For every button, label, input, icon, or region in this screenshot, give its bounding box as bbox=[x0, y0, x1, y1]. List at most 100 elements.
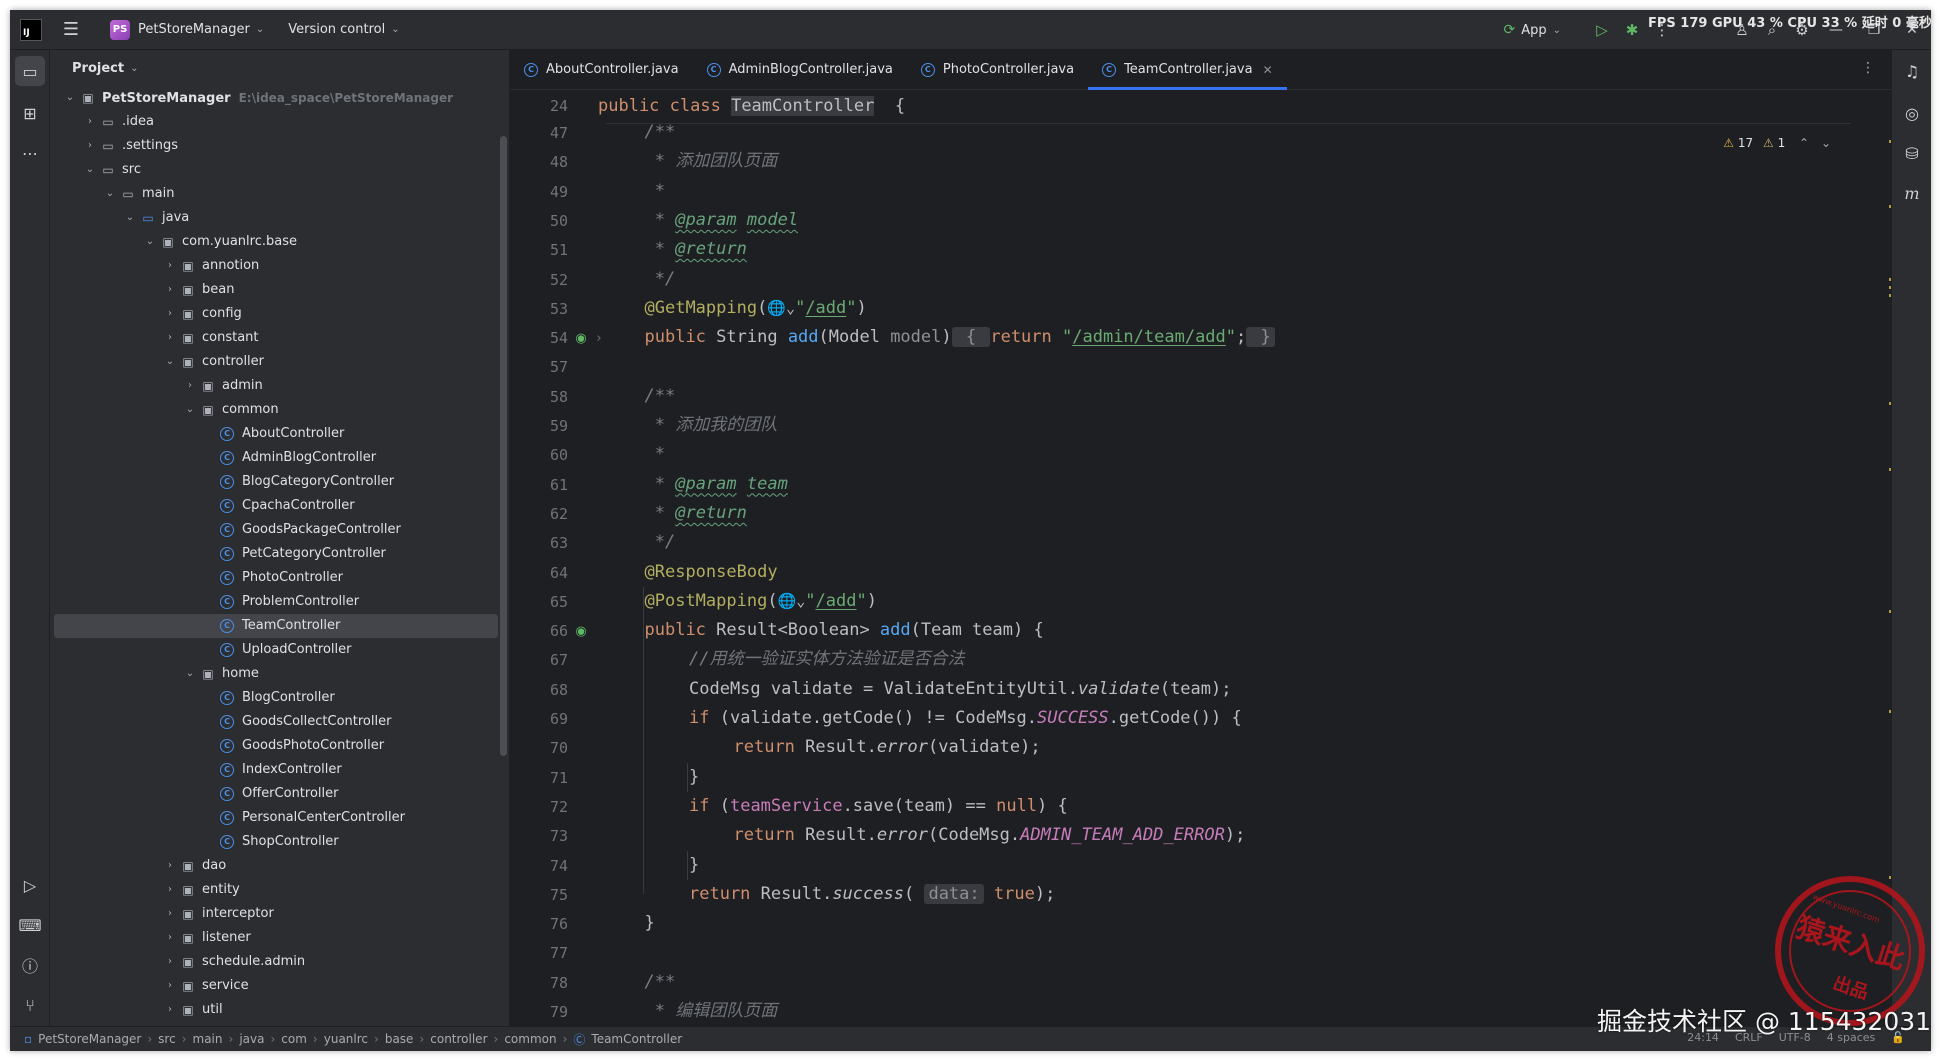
tree-item[interactable]: › ▣ annotion bbox=[50, 254, 509, 278]
run-icon[interactable]: ▷ bbox=[1587, 15, 1617, 45]
code-line[interactable]: return Result.error(validate); bbox=[734, 733, 1041, 762]
chevron-right-icon[interactable]: › bbox=[84, 110, 96, 134]
line-number[interactable]: 47 bbox=[510, 124, 568, 142]
tree-item[interactable]: ⌄ ▣ com.yuanlrc.base bbox=[50, 230, 509, 254]
line-number[interactable]: 71 bbox=[510, 769, 568, 787]
chevron-right-icon[interactable]: › bbox=[164, 998, 176, 1022]
breadcrumb-item[interactable]: main bbox=[193, 1032, 223, 1046]
notifications-icon[interactable]: ♫ bbox=[1897, 56, 1927, 86]
line-number[interactable]: 75 bbox=[510, 886, 568, 904]
tree-item[interactable]: ⌄ ▣ controller bbox=[50, 350, 509, 374]
run-tool-icon[interactable]: ▷ bbox=[15, 870, 45, 900]
chevron-down-icon[interactable]: ⌄ bbox=[124, 206, 136, 230]
breadcrumb-item[interactable]: controller bbox=[430, 1032, 487, 1046]
chevron-right-icon[interactable]: › bbox=[164, 902, 176, 926]
line-number[interactable]: 62 bbox=[510, 505, 568, 523]
code-line[interactable]: */ bbox=[645, 528, 675, 557]
chevron-down-icon[interactable]: ⌄ bbox=[164, 350, 176, 374]
chevron-right-icon[interactable]: › bbox=[164, 326, 176, 350]
ai-assistant-icon[interactable]: ◎ bbox=[1897, 98, 1927, 128]
next-highlight-icon[interactable]: ⌄ bbox=[1821, 136, 1831, 150]
fold-chevron-icon[interactable]: › bbox=[590, 329, 608, 347]
chevron-right-icon[interactable]: › bbox=[164, 974, 176, 998]
run-configuration-selector[interactable]: ⟳ App ⌄ bbox=[1503, 22, 1561, 38]
line-number[interactable]: 60 bbox=[510, 446, 568, 464]
chevron-right-icon[interactable]: › bbox=[84, 134, 96, 158]
tree-item[interactable]: › ▣ listener bbox=[50, 926, 509, 950]
breadcrumb-item[interactable]: java bbox=[239, 1032, 264, 1046]
line-number[interactable]: 49 bbox=[510, 183, 568, 201]
tree-item[interactable]: C IndexController bbox=[50, 758, 509, 782]
terminal-tool-icon[interactable]: ⌨ bbox=[15, 910, 45, 940]
tree-item[interactable]: C GoodsPackageController bbox=[50, 518, 509, 542]
code-line[interactable]: * @param model bbox=[645, 206, 798, 235]
tree-item[interactable]: C UploadController bbox=[50, 638, 509, 662]
tree-item[interactable]: C CpachaController bbox=[50, 494, 509, 518]
chevron-right-icon[interactable]: › bbox=[164, 878, 176, 902]
line-number[interactable]: 59 bbox=[510, 417, 568, 435]
line-number[interactable]: 63 bbox=[510, 534, 568, 552]
chevron-down-icon[interactable]: ⌄ bbox=[184, 398, 196, 422]
main-menu-icon[interactable]: ☰ bbox=[60, 19, 82, 41]
line-number[interactable]: 69 bbox=[510, 710, 568, 728]
code-line[interactable]: * @param team bbox=[645, 470, 788, 499]
code-line[interactable]: * 添加团队页面 bbox=[645, 147, 777, 176]
tree-item[interactable]: C PetCategoryController bbox=[50, 542, 509, 566]
tree-item[interactable]: ⌄ ▭ src bbox=[50, 158, 509, 182]
editor-tab[interactable]: C AdminBlogController.java bbox=[693, 50, 907, 89]
line-number[interactable]: 64 bbox=[510, 564, 568, 582]
chevron-right-icon[interactable]: › bbox=[184, 374, 196, 398]
tree-item[interactable]: › ▣ service bbox=[50, 974, 509, 998]
tree-item[interactable]: ⌄ ▭ main bbox=[50, 182, 509, 206]
code-line[interactable]: return Result.success( data: true); bbox=[689, 880, 1055, 909]
project-tool-icon[interactable]: ▭ bbox=[15, 56, 45, 86]
version-control-menu[interactable]: Version control ⌄ bbox=[288, 22, 399, 37]
code-line[interactable]: * bbox=[645, 440, 665, 469]
line-number[interactable]: 61 bbox=[510, 476, 568, 494]
line-number[interactable]: 50 bbox=[510, 212, 568, 230]
breadcrumb-item[interactable]: TeamController bbox=[591, 1032, 682, 1046]
chevron-down-icon[interactable]: ⌄ bbox=[144, 230, 156, 254]
code-line[interactable]: /** bbox=[645, 968, 676, 997]
tree-item[interactable]: › ▣ constant bbox=[50, 326, 509, 350]
chevron-down-icon[interactable]: ⌄ bbox=[184, 662, 196, 686]
code-line[interactable]: public Result<Boolean> add(Team team) { bbox=[645, 616, 1044, 645]
line-number[interactable]: 72 bbox=[510, 798, 568, 816]
inspection-widget[interactable]: ⚠ 17 ⚠ 1 ⌃ ⌄ bbox=[1723, 136, 1831, 150]
tree-item[interactable]: ⌄ ▣ PetStoreManager E:\idea_space\PetStoreM… bbox=[50, 86, 509, 110]
line-number[interactable]: 78 bbox=[510, 974, 568, 992]
tree-item[interactable]: C ProblemController bbox=[50, 590, 509, 614]
tree-item[interactable]: C OfferController bbox=[50, 782, 509, 806]
tree-item[interactable]: C AboutController bbox=[50, 422, 509, 446]
git-tool-icon[interactable]: ⑂ bbox=[15, 990, 45, 1020]
tree-item[interactable]: › ▭ .settings bbox=[50, 134, 509, 158]
chevron-down-icon[interactable]: ⌄ bbox=[104, 182, 116, 206]
tree-item[interactable]: C PersonalCenterController bbox=[50, 806, 509, 830]
chevron-right-icon[interactable]: › bbox=[164, 254, 176, 278]
database-icon[interactable]: ⛁ bbox=[1897, 138, 1927, 168]
tree-item[interactable]: › ▣ dao bbox=[50, 854, 509, 878]
line-number[interactable]: 66 bbox=[510, 622, 568, 640]
project-scrollbar[interactable] bbox=[500, 136, 507, 756]
code-line[interactable]: public String add(Model model) { return … bbox=[645, 323, 1275, 352]
code-line[interactable]: @GetMapping(🌐⌄"/add") bbox=[645, 294, 867, 323]
tree-item[interactable]: › ▭ .idea bbox=[50, 110, 509, 134]
chevron-down-icon[interactable]: ⌄ bbox=[84, 158, 96, 182]
line-number[interactable]: 77 bbox=[510, 944, 568, 962]
tree-item[interactable]: C BlogController bbox=[50, 686, 509, 710]
project-switcher[interactable]: PS PetStoreManager ⌄ bbox=[104, 16, 270, 44]
sticky-class-header[interactable]: 24 public class TeamController { bbox=[550, 90, 1851, 124]
sticky-code-line[interactable]: public class TeamController { bbox=[598, 92, 905, 121]
line-number[interactable]: 24 bbox=[510, 97, 568, 115]
problems-tool-icon[interactable]: ⓘ bbox=[15, 950, 45, 980]
code-line[interactable]: return Result.error(CodeMsg.ADMIN_TEAM_A… bbox=[734, 821, 1246, 850]
line-number[interactable]: 52 bbox=[510, 271, 568, 289]
chevron-right-icon[interactable]: › bbox=[164, 302, 176, 326]
breadcrumb-item[interactable]: src bbox=[158, 1032, 176, 1046]
code-line[interactable]: /** bbox=[645, 382, 676, 411]
code-line[interactable]: } bbox=[689, 851, 699, 880]
line-number[interactable]: 51 bbox=[510, 241, 568, 259]
line-number[interactable]: 68 bbox=[510, 681, 568, 699]
tree-item[interactable]: › ▣ util bbox=[50, 998, 509, 1022]
app-logo-icon[interactable]: IJ bbox=[20, 18, 42, 41]
